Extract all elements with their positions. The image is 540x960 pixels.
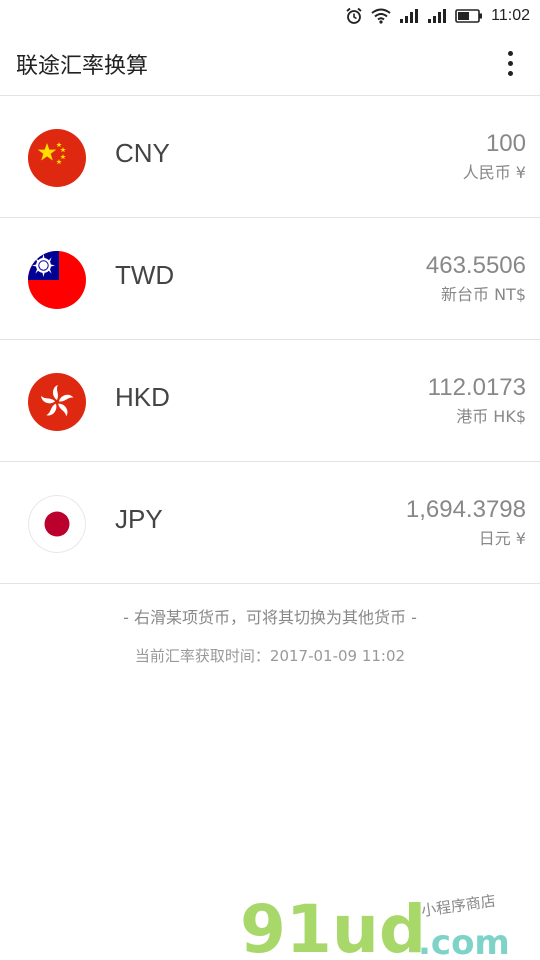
- alarm-icon: [345, 7, 363, 25]
- rate-fetch-time: 当前汇率获取时间：2017-01-09 11:02: [134, 647, 406, 665]
- taiwan-flag-icon: [28, 251, 86, 309]
- currency-name: 新台币 NT$: [440, 285, 526, 304]
- app-bar: 联途汇率换算: [0, 32, 540, 96]
- wifi-icon: [371, 8, 391, 24]
- currency-name: 人民币 ¥: [462, 163, 526, 182]
- japan-flag-icon: [28, 495, 86, 553]
- signal-icon: [399, 8, 419, 24]
- china-flag-icon: [28, 129, 86, 187]
- status-time: 11:02: [491, 7, 530, 24]
- currency-code: JPY: [115, 504, 163, 534]
- app-title: 联途汇率换算: [16, 53, 149, 79]
- hong-kong-flag-icon: [28, 373, 86, 431]
- battery-icon: [455, 8, 483, 24]
- currency-code: HKD: [115, 382, 170, 412]
- watermark-domain: .com: [418, 923, 510, 960]
- currency-row-twd[interactable]: TWD 463.5506 新台币 NT$: [0, 218, 540, 340]
- currency-amount: 463.5506: [425, 252, 526, 279]
- currency-list: CNY 100 人民币 ¥ TWD 463.5506 新台币 NT$ HKD 1…: [0, 96, 540, 584]
- signal-icon: [427, 8, 447, 24]
- more-vert-icon[interactable]: [498, 44, 522, 84]
- watermark-tagline: 小程序商店: [420, 892, 497, 920]
- currency-amount: 112.0173: [427, 374, 526, 401]
- currency-name: 港币 HK$: [456, 407, 526, 426]
- status-bar: 11:02: [0, 0, 540, 32]
- currency-row-jpy[interactable]: JPY 1,694.3798 日元 ¥: [0, 462, 540, 584]
- currency-name: 日元 ¥: [478, 529, 526, 548]
- currency-code: CNY: [115, 138, 170, 168]
- watermark-brand: 91ud: [240, 891, 426, 960]
- swipe-hint: - 右滑某项货币，可将其切换为其他货币 -: [123, 608, 417, 627]
- currency-amount: 1,694.3798: [405, 496, 526, 523]
- currency-row-hkd[interactable]: HKD 112.0173 港币 HK$: [0, 340, 540, 462]
- currency-code: TWD: [115, 260, 175, 290]
- currency-amount: 100: [485, 130, 526, 157]
- watermark-logo: 91ud .com 小程序商店: [240, 888, 540, 960]
- currency-row-cny[interactable]: CNY 100 人民币 ¥: [0, 96, 540, 218]
